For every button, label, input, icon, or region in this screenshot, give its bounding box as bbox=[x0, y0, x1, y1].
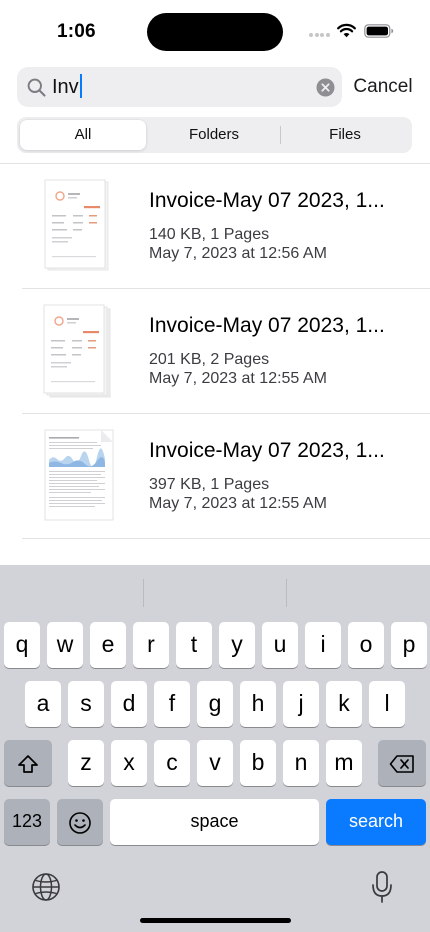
key-d[interactable]: d bbox=[111, 681, 147, 727]
key-y[interactable]: y bbox=[219, 622, 255, 668]
cancel-button[interactable]: Cancel bbox=[352, 72, 414, 102]
status-time: 1:06 bbox=[57, 21, 96, 42]
key-p[interactable]: p bbox=[391, 622, 427, 668]
key-o[interactable]: o bbox=[348, 622, 384, 668]
invoice-document-thumbnail bbox=[43, 179, 115, 273]
key-x[interactable]: x bbox=[111, 740, 147, 786]
file-result-row[interactable]: Invoice-May 07 2023, 1... 201 KB, 2 Page… bbox=[0, 289, 430, 414]
numbers-key[interactable]: 123 bbox=[4, 799, 50, 845]
space-key[interactable]: space bbox=[110, 799, 319, 845]
software-keyboard: q w e r t y u i o p a s d f g h j k l z … bbox=[0, 565, 430, 932]
key-u[interactable]: u bbox=[262, 622, 298, 668]
text-caret bbox=[79, 74, 82, 99]
clear-icon[interactable] bbox=[316, 78, 335, 97]
dynamic-island bbox=[147, 13, 283, 51]
file-result-row[interactable]: Invoice-May 07 2023, 1... 140 KB, 1 Page… bbox=[0, 164, 430, 289]
key-l[interactable]: l bbox=[369, 681, 405, 727]
file-size-pages: 140 KB, 1 Pages bbox=[149, 226, 270, 243]
key-n[interactable]: n bbox=[283, 740, 319, 786]
cellular-signal-icon bbox=[309, 33, 331, 39]
search-query-text: Inv bbox=[52, 76, 79, 98]
key-s[interactable]: s bbox=[68, 681, 104, 727]
file-size-pages: 397 KB, 1 Pages bbox=[149, 476, 270, 493]
battery-icon bbox=[364, 24, 394, 38]
key-r[interactable]: r bbox=[133, 622, 169, 668]
key-j[interactable]: j bbox=[283, 681, 319, 727]
key-z[interactable]: z bbox=[68, 740, 104, 786]
key-e[interactable]: e bbox=[90, 622, 126, 668]
suggestion-divider bbox=[286, 579, 287, 607]
key-w[interactable]: w bbox=[47, 622, 83, 668]
home-indicator bbox=[140, 918, 291, 923]
file-result-row[interactable]: Invoice-May 07 2023, 1... 397 KB, 1 Page… bbox=[0, 414, 430, 539]
segment-folders[interactable]: Folders bbox=[149, 120, 279, 150]
globe-icon[interactable] bbox=[31, 872, 61, 902]
key-t[interactable]: t bbox=[176, 622, 212, 668]
shift-key[interactable] bbox=[4, 740, 52, 786]
search-key[interactable]: search bbox=[326, 799, 426, 845]
file-title: Invoice-May 07 2023, 1... bbox=[149, 189, 385, 212]
key-v[interactable]: v bbox=[197, 740, 233, 786]
delete-key[interactable] bbox=[378, 740, 426, 786]
file-size-pages: 201 KB, 2 Pages bbox=[149, 351, 270, 368]
report-document-thumbnail bbox=[43, 429, 115, 523]
segment-files[interactable]: Files bbox=[281, 120, 409, 150]
delete-icon bbox=[389, 749, 415, 775]
key-g[interactable]: g bbox=[197, 681, 233, 727]
suggestion-divider bbox=[143, 579, 144, 607]
emoji-key[interactable] bbox=[57, 799, 103, 845]
search-input[interactable]: Inv bbox=[52, 73, 82, 101]
segment-all[interactable]: All bbox=[20, 120, 146, 150]
key-c[interactable]: c bbox=[154, 740, 190, 786]
key-i[interactable]: i bbox=[305, 622, 341, 668]
wifi-icon bbox=[337, 23, 356, 38]
invoice-document-thumbnail bbox=[43, 304, 115, 398]
key-k[interactable]: k bbox=[326, 681, 362, 727]
scope-segmented-control: All Folders Files bbox=[17, 117, 412, 153]
key-b[interactable]: b bbox=[240, 740, 276, 786]
search-icon bbox=[27, 78, 46, 97]
key-m[interactable]: m bbox=[326, 740, 362, 786]
file-date: May 7, 2023 at 12:55 AM bbox=[149, 495, 327, 512]
file-title: Invoice-May 07 2023, 1... bbox=[149, 439, 385, 462]
key-q[interactable]: q bbox=[4, 622, 40, 668]
row-divider bbox=[22, 538, 430, 539]
shift-icon bbox=[17, 749, 39, 775]
file-date: May 7, 2023 at 12:55 AM bbox=[149, 370, 327, 387]
key-f[interactable]: f bbox=[154, 681, 190, 727]
file-title: Invoice-May 07 2023, 1... bbox=[149, 314, 385, 337]
key-h[interactable]: h bbox=[240, 681, 276, 727]
emoji-icon bbox=[68, 808, 92, 834]
file-date: May 7, 2023 at 12:56 AM bbox=[149, 245, 327, 262]
key-a[interactable]: a bbox=[25, 681, 61, 727]
microphone-icon[interactable] bbox=[371, 870, 393, 904]
